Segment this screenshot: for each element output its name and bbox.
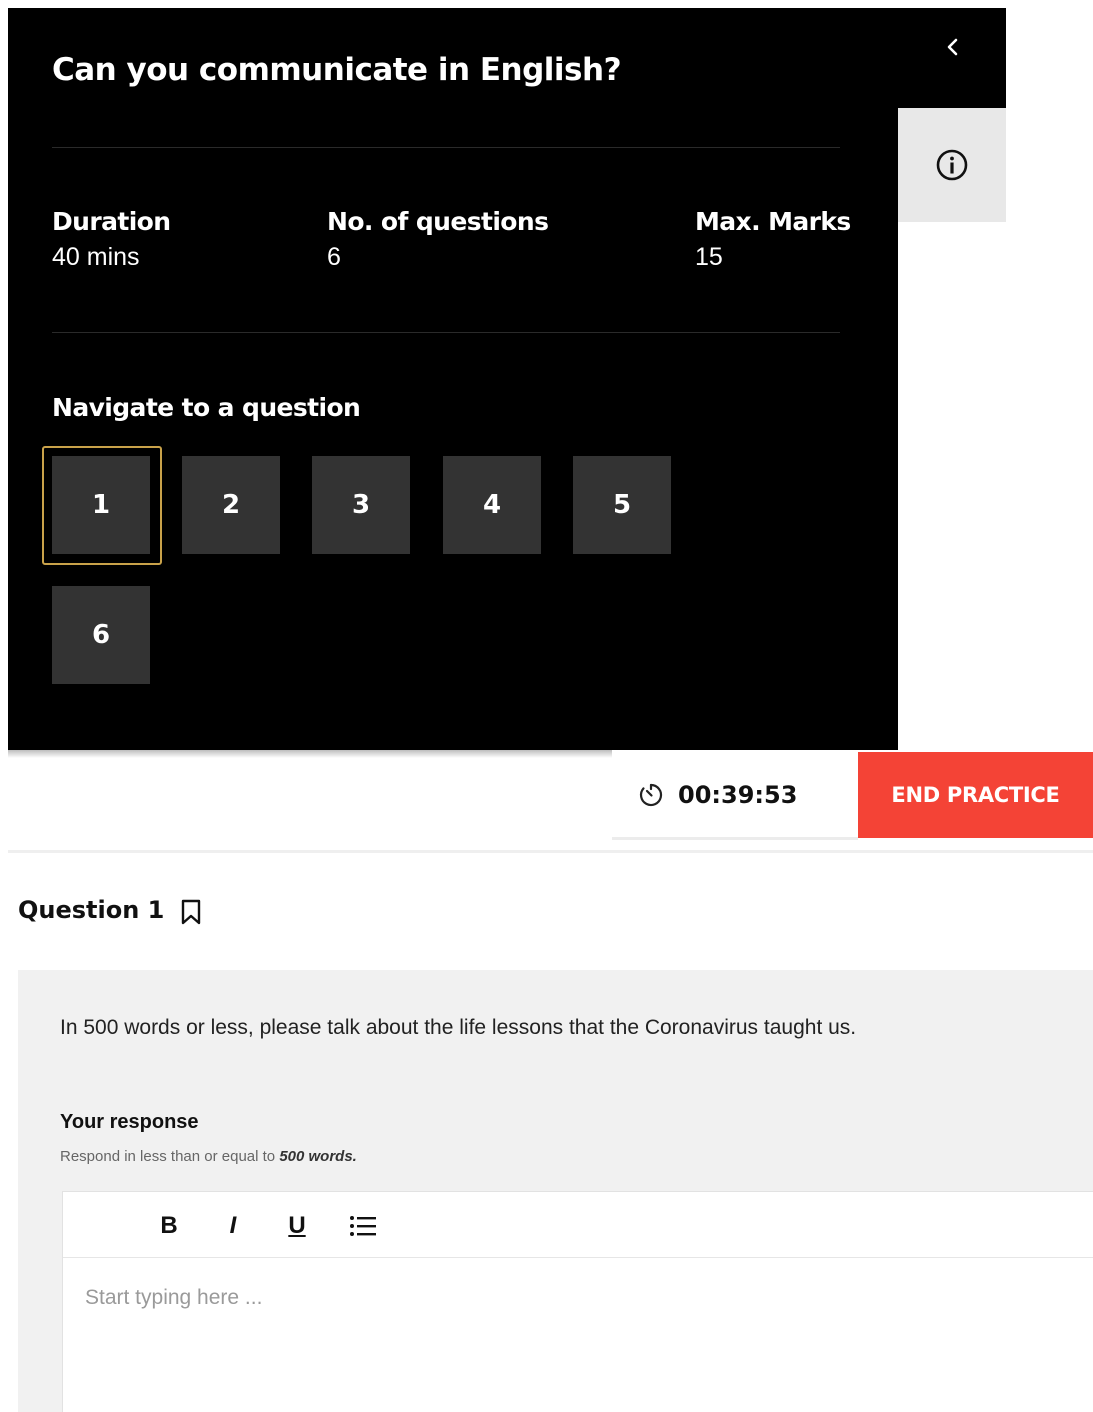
drawer-shadow	[8, 750, 612, 758]
timer-value: 00:39:53	[678, 780, 798, 809]
max-marks-value: 15	[695, 243, 723, 271]
drawer-divider	[52, 332, 840, 333]
info-button[interactable]	[898, 108, 1006, 222]
response-word-limit: 500 words.	[279, 1148, 357, 1165]
question-nav-button-1[interactable]: 1	[52, 456, 150, 554]
timer-icon	[639, 783, 663, 806]
response-text-area[interactable]: Start typing here ...	[63, 1259, 1093, 1412]
navigate-heading: Navigate to a question	[52, 393, 361, 422]
header-divider	[8, 850, 1093, 853]
question-nav-button-3[interactable]: 3	[312, 456, 410, 554]
bold-button[interactable]: B	[149, 1206, 189, 1246]
response-label: Your response	[60, 1111, 199, 1133]
question-count-label: No. of questions	[327, 207, 549, 236]
test-title: Can you communicate in English?	[52, 52, 622, 88]
question-nav-button-4[interactable]: 4	[443, 456, 541, 554]
italic-button[interactable]: I	[213, 1206, 253, 1246]
max-marks-label: Max. Marks	[695, 207, 851, 236]
question-count-value: 6	[327, 243, 341, 271]
question-prompt: In 500 words or less, please talk about …	[60, 1016, 857, 1039]
question-nav-button-2[interactable]: 2	[182, 456, 280, 554]
question-title: Question 1	[18, 896, 165, 924]
duration-label: Duration	[52, 207, 171, 236]
editor-placeholder: Start typing here ...	[85, 1286, 263, 1309]
chevron-left-icon	[947, 38, 958, 56]
bookmark-icon[interactable]	[178, 898, 204, 926]
bulleted-list-button[interactable]	[343, 1206, 383, 1246]
drawer-divider	[52, 147, 840, 148]
response-hint: Respond in less than or equal to 500 wor…	[60, 1148, 357, 1165]
underline-button[interactable]: U	[277, 1206, 317, 1246]
editor-toolbar: B I U	[63, 1192, 1093, 1258]
duration-value: 40 mins	[52, 243, 140, 271]
collapse-drawer-button[interactable]	[936, 30, 970, 64]
end-practice-button[interactable]: END PRACTICE	[858, 752, 1093, 838]
response-hint-prefix: Respond in less than or equal to	[60, 1148, 280, 1165]
question-nav-button-5[interactable]: 5	[573, 456, 671, 554]
bulleted-list-icon	[350, 1216, 376, 1236]
question-nav-button-6[interactable]: 6	[52, 586, 150, 684]
response-editor: B I U Start typing here ...	[62, 1191, 1093, 1412]
info-circle-icon	[936, 149, 968, 181]
timer: 00:39:53	[612, 752, 858, 840]
